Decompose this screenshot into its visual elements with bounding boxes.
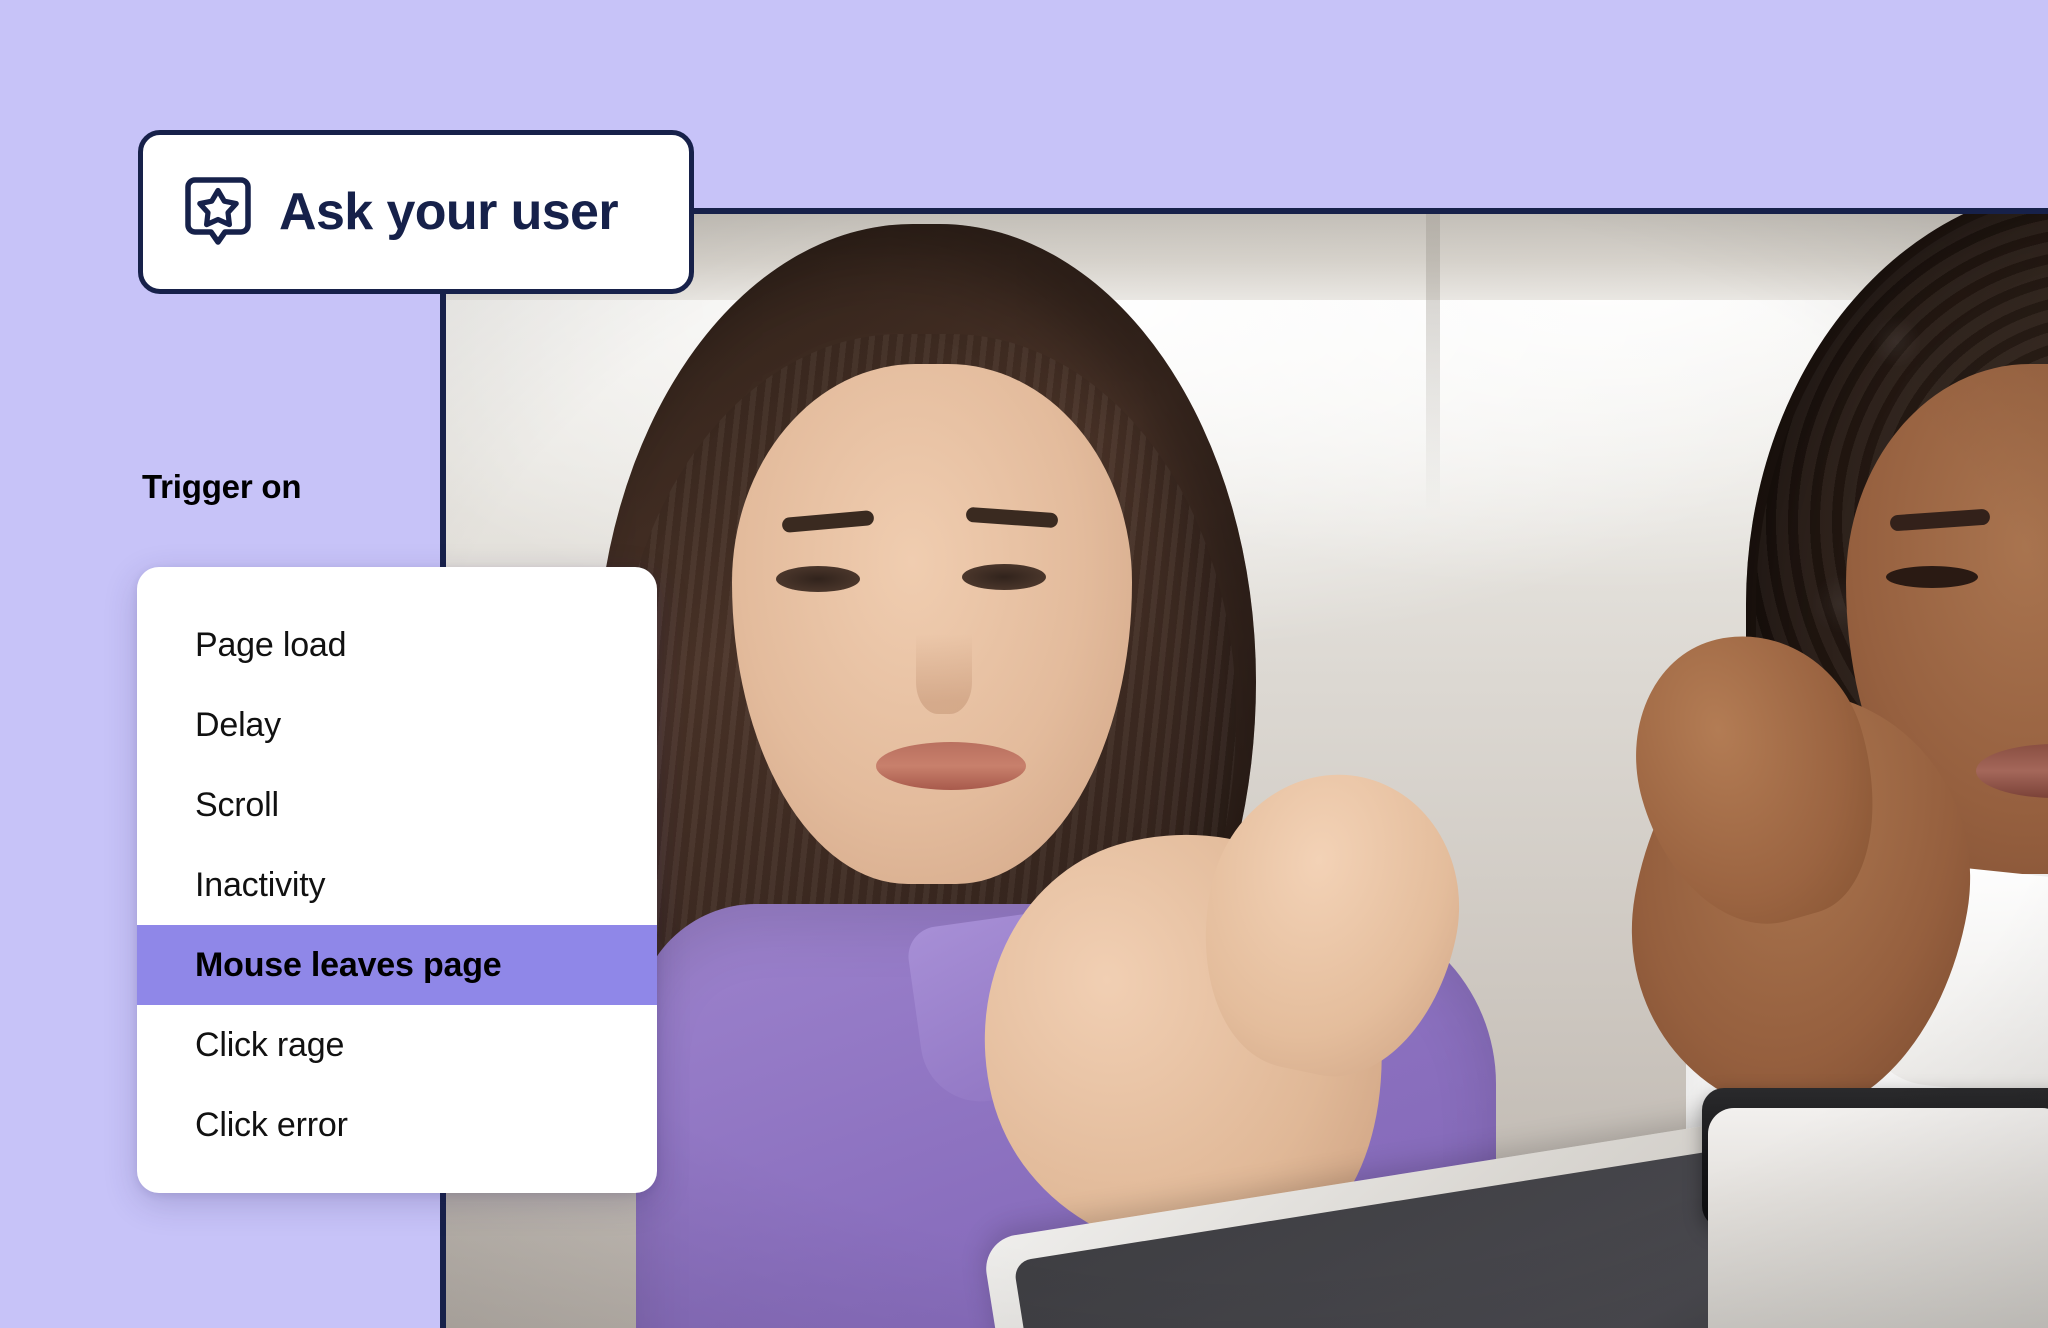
person-left-face <box>732 364 1132 884</box>
dropdown-option-inactivity[interactable]: Inactivity <box>137 845 657 925</box>
page-title: Ask your user <box>279 183 619 241</box>
photo-image <box>446 214 2048 1328</box>
coffee-cup <box>1708 1108 2048 1328</box>
photo-panel <box>440 208 2048 1328</box>
person-left-nose <box>916 634 972 714</box>
dropdown-option-scroll[interactable]: Scroll <box>137 765 657 845</box>
person-left-eye-l <box>776 566 860 592</box>
page-root: Ask your user Trigger on Page load Delay… <box>0 0 2048 1328</box>
speech-bubble-star-icon <box>185 175 251 250</box>
dropdown-option-mouse-leaves-page[interactable]: Mouse leaves page <box>137 925 657 1005</box>
trigger-on-label: Trigger on <box>142 468 302 505</box>
person-left-lips <box>876 742 1026 790</box>
window-mullion-1 <box>1426 214 1440 514</box>
dropdown-option-click-error[interactable]: Click error <box>137 1085 657 1165</box>
dropdown-option-page-load[interactable]: Page load <box>137 605 657 685</box>
dropdown-option-delay[interactable]: Delay <box>137 685 657 765</box>
dropdown-option-click-rage[interactable]: Click rage <box>137 1005 657 1085</box>
trigger-options-dropdown[interactable]: Page load Delay Scroll Inactivity Mouse … <box>137 567 657 1193</box>
person-left-eye-r <box>962 564 1046 590</box>
ask-your-user-card: Ask your user <box>138 130 694 294</box>
person-right-eye-l <box>1886 566 1978 588</box>
